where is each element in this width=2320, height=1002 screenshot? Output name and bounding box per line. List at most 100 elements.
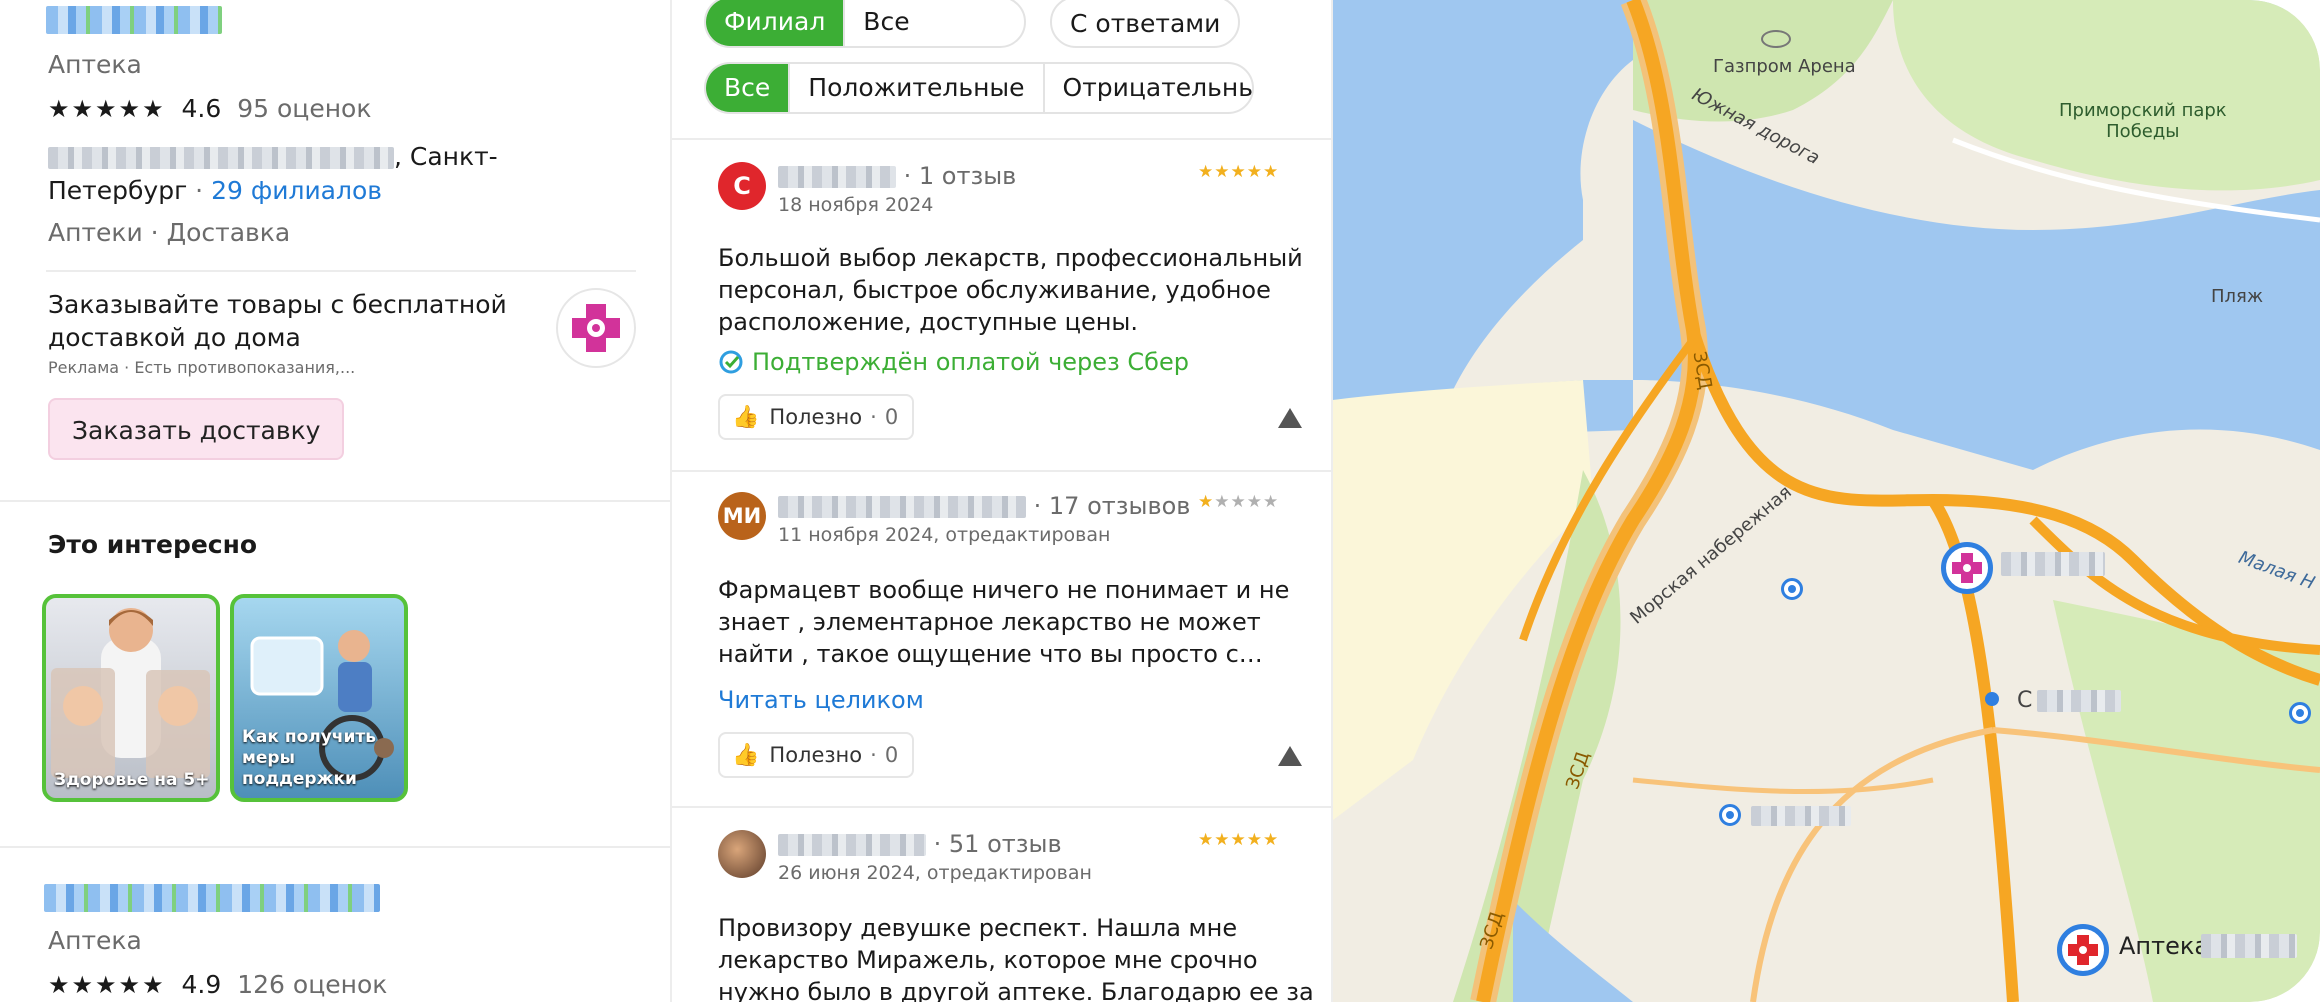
ad-text-line-1: Заказывайте товары с бесплатной — [48, 290, 507, 319]
ad-disclaimer: Реклама · Есть противопоказания,... — [48, 358, 356, 377]
address-redacted — [48, 147, 394, 169]
sber-check-icon — [718, 349, 744, 375]
branches-link[interactable]: 29 филиалов — [211, 176, 382, 205]
reviews-panel: Филиал Все филиалы С ответами Все Положи… — [670, 0, 1333, 1002]
review-author-row: · 51 отзыв — [778, 830, 1062, 858]
poi-dot[interactable] — [1985, 692, 1999, 706]
ratings-count[interactable]: 126 оценок — [237, 970, 387, 999]
divider — [0, 846, 670, 848]
order-delivery-button[interactable]: Заказать доставку — [48, 398, 345, 460]
rating-value: 4.6 — [181, 94, 222, 123]
review-text: Фармацевт вообще ничего не понимает и не… — [718, 574, 1289, 670]
advertiser-logo[interactable] — [556, 288, 636, 368]
address-city-2: Петербург — [48, 176, 188, 205]
poi-pin[interactable] — [1781, 578, 1803, 600]
review-text-line: лекарство Миражель, которое мне срочно — [718, 946, 1258, 974]
poi-label-redacted — [1751, 806, 1851, 826]
pharmacy-pin[interactable] — [2057, 924, 2109, 976]
map-label-c: С — [2017, 688, 2033, 713]
poi-pin[interactable] — [2289, 702, 2311, 724]
author-name-redacted[interactable] — [778, 496, 1026, 518]
review-text-line: знает , элементарное лекарство не может — [718, 608, 1261, 636]
pharmacy-cross-icon — [1952, 553, 1982, 583]
review-text-line: найти , такое ощущение что вы просто с… — [718, 640, 1263, 668]
verified-payment: Подтверждён оплатой через Сбер — [718, 348, 1189, 376]
rating-stars: ★★★★★ — [48, 971, 166, 999]
review-stars-glyphs: ★★★★★ — [1198, 830, 1280, 850]
story-card-label: Как получить меры поддержки — [242, 727, 376, 790]
ratings-count[interactable]: 95 оценок — [237, 94, 371, 123]
selected-pharmacy-pin[interactable] — [1941, 542, 1993, 594]
place-category: Аптека — [48, 926, 142, 955]
map-view[interactable]: Газпром Арена Южная дорога Приморский па… — [1333, 0, 2320, 1002]
with-replies-chip[interactable]: С ответами — [1050, 0, 1241, 48]
place-name-redacted[interactable] — [44, 884, 380, 912]
poi-label-redacted — [2037, 690, 2121, 712]
avatar[interactable] — [718, 830, 766, 878]
useful-button[interactable]: 👍 Полезно · 0 — [718, 732, 915, 778]
address-city: , Санкт- — [394, 142, 498, 171]
story-card-label: Здоровье на 5+ — [54, 770, 210, 790]
map-label-gazprom-arena: Газпром Арена — [1713, 56, 1856, 77]
address-line-1: , Санкт- — [48, 142, 498, 171]
tab-all[interactable]: Все — [706, 64, 791, 112]
review-text-line: Фармацевт вообще ничего не понимает и не — [718, 576, 1290, 604]
author-name-redacted[interactable] — [778, 166, 896, 188]
park-label-line: Победы — [2106, 121, 2180, 142]
park-label-line: Приморский парк — [2059, 100, 2227, 121]
useful-label: Полезно — [769, 743, 863, 767]
poi-pin[interactable] — [1719, 804, 1741, 826]
story-card-label-line: Как получить — [242, 727, 376, 747]
divider — [672, 806, 1333, 808]
review-text-line: Провизору девушке респект. Нашла мне — [718, 914, 1238, 942]
divider — [46, 270, 636, 272]
report-warning-icon[interactable] — [1278, 408, 1302, 428]
place-category: Аптека — [48, 50, 142, 79]
thumbs-up-icon: 👍 — [732, 405, 760, 430]
review-stars: ★★★★★ — [1198, 830, 1279, 850]
review-text: Провизору девушке респект. Нашла мне лек… — [718, 912, 1314, 1002]
doctor-illustration — [51, 608, 210, 778]
review-text-line: расположение, доступные цены. — [718, 308, 1138, 336]
useful-label: Полезно — [769, 405, 863, 429]
pin-label-redacted — [2201, 934, 2297, 958]
review-text: Большой выбор лекарств, профессиональный… — [718, 242, 1303, 338]
review-stars: ★★★★★ — [1198, 162, 1279, 182]
review-stars: ★★★★★ — [1198, 492, 1279, 512]
read-more-link[interactable]: Читать целиком — [718, 686, 924, 714]
review-text-line: нужно было в другой аптеке. Благодарю ее… — [718, 978, 1314, 1002]
story-card-health[interactable]: Здоровье на 5+ — [42, 594, 220, 802]
report-warning-icon[interactable] — [1278, 746, 1302, 766]
interesting-title: Это интересно — [48, 530, 258, 559]
verified-text: Подтверждён оплатой через Сбер — [752, 348, 1189, 376]
map-label-beach: Пляж — [2211, 286, 2264, 307]
tab-all-branches[interactable]: Все филиалы — [845, 0, 1024, 46]
star-filled: ★ — [1198, 492, 1215, 512]
map-canvas — [1333, 0, 2320, 1002]
divider — [672, 470, 1333, 472]
branch-filter-tabs: Филиал Все филиалы — [704, 0, 1026, 48]
author-review-count: · 17 отзывов — [1033, 492, 1191, 520]
thumbs-up-icon: 👍 — [732, 743, 760, 768]
pharmacy-cross-icon — [2068, 935, 2098, 965]
pin-label-redacted — [2001, 552, 2105, 576]
avatar[interactable]: С — [718, 162, 766, 210]
review-date: 26 июня 2024, отредактирован — [778, 862, 1092, 884]
useful-count: 0 — [884, 743, 899, 767]
review-author-row: · 1 отзыв — [778, 162, 1016, 190]
story-card-label-line: поддержки — [242, 769, 357, 789]
place-rating-row: ★★★★★ 4.9 126 оценок — [48, 970, 387, 999]
author-name-redacted[interactable] — [778, 834, 926, 856]
tab-negative[interactable]: Отрицательные — [1045, 64, 1252, 112]
ad-text-line-2: доставкой до дома — [48, 323, 301, 352]
rating-value: 4.9 — [181, 970, 222, 999]
tab-branch[interactable]: Филиал — [706, 0, 846, 46]
story-card-support[interactable]: Как получить меры поддержки — [230, 594, 408, 802]
useful-button[interactable]: 👍 Полезно · 0 — [718, 394, 915, 440]
place-name-redacted[interactable] — [46, 6, 222, 34]
sentiment-tabs: Все Положительные Отрицательные — [704, 62, 1254, 114]
avatar[interactable]: МИ — [718, 492, 766, 540]
tab-positive[interactable]: Положительные — [790, 64, 1045, 112]
divider — [672, 138, 1333, 140]
search-results-panel: Аптека ★★★★★ 4.6 95 оценок , Санкт- Пете… — [0, 0, 670, 1002]
